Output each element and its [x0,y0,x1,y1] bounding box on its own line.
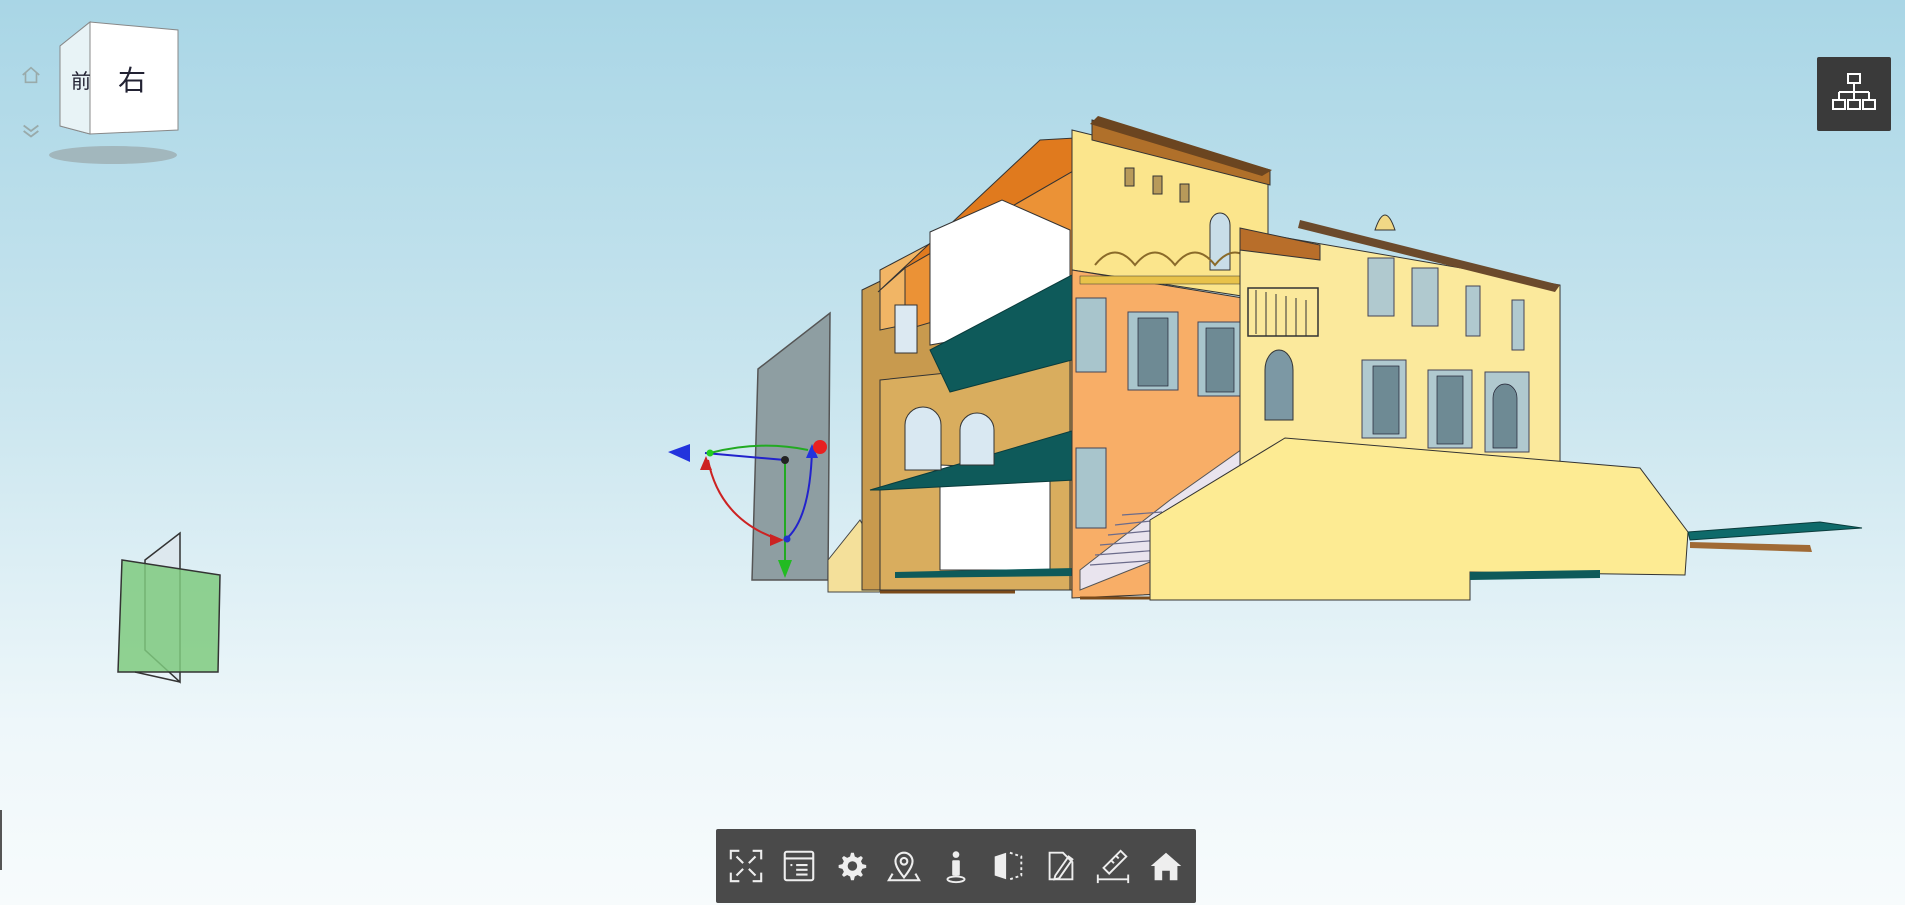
view-cube-home-icon[interactable] [18,62,44,88]
properties-button[interactable] [932,836,980,896]
section-plane-icon [995,851,1023,881]
view-cube-graphic[interactable]: 前 右 [18,18,188,168]
fit-to-view-icon [729,849,763,883]
home-button[interactable] [1142,836,1190,896]
fit-view-button[interactable] [722,836,770,896]
info-person-icon [946,851,966,884]
hierarchy-icon [1832,73,1876,110]
section-button[interactable] [984,836,1032,896]
markup-button[interactable] [1037,836,1085,896]
model-tree-button[interactable] [1817,57,1891,131]
pencil-markup-icon [1048,851,1074,881]
section-box-widget [117,531,221,684]
settings-button[interactable] [827,836,875,896]
gear-icon [838,852,867,881]
view-cube[interactable]: 前 右 [18,18,188,168]
map-pin-icon [886,851,921,882]
3d-viewport[interactable]: 前 右 [0,0,1905,905]
model-browser-button[interactable] [775,836,823,896]
home-icon [1150,852,1181,881]
document-list-icon [783,850,814,882]
view-cube-face-front: 右 [118,64,146,97]
view-cube-face-left: 前 [71,69,91,93]
measure-button[interactable] [1089,836,1137,896]
building-model[interactable] [0,0,1905,905]
view-cube-menu-icon[interactable] [18,118,44,144]
viewer-toolbar [716,829,1196,903]
location-button[interactable] [880,836,928,896]
left-edge-handle [0,810,2,870]
ruler-measure-icon [1097,849,1130,884]
